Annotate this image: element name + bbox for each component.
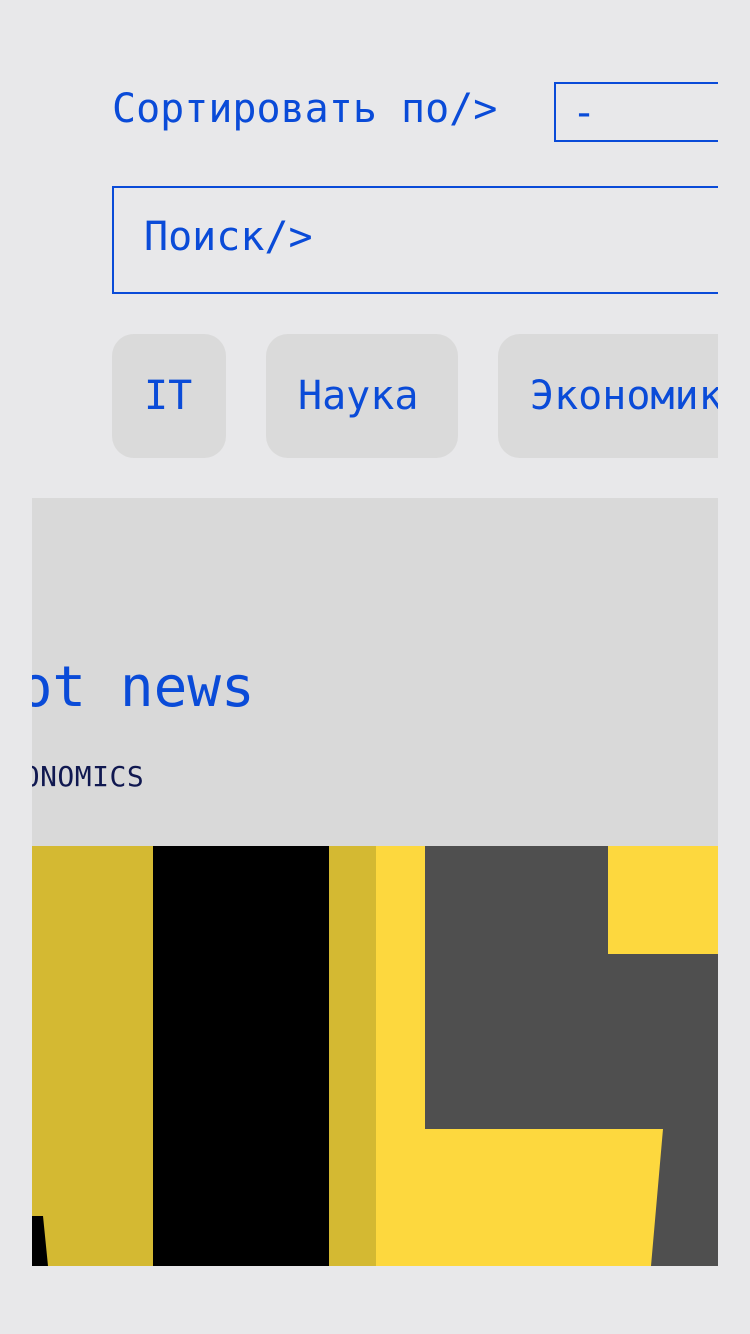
category-chip-label: Наука	[298, 373, 419, 419]
hot-news-title: Hot news	[32, 655, 255, 720]
hot-news-category: ECONOMICS	[32, 760, 145, 793]
screen-viewport: Сортировать по/> - Поиск/> IT Наука Экон…	[0, 0, 718, 1334]
sort-select[interactable]: -	[554, 82, 718, 142]
category-chip-it[interactable]: IT	[112, 334, 226, 458]
search-input[interactable]: Поиск/>	[112, 186, 718, 294]
category-chip-label: Экономика	[530, 373, 718, 419]
category-chip-science[interactable]: Наука	[266, 334, 458, 458]
category-chip-label: IT	[144, 373, 193, 419]
hot-news-card[interactable]: Hot news ECONOMICS	[32, 498, 718, 1266]
sort-label: Сортировать по/>	[112, 86, 498, 132]
sort-select-value: -	[572, 90, 597, 136]
category-chip-economics[interactable]: Экономика	[498, 334, 718, 458]
search-placeholder: Поиск/>	[144, 214, 313, 260]
hot-news-image	[32, 846, 718, 1266]
